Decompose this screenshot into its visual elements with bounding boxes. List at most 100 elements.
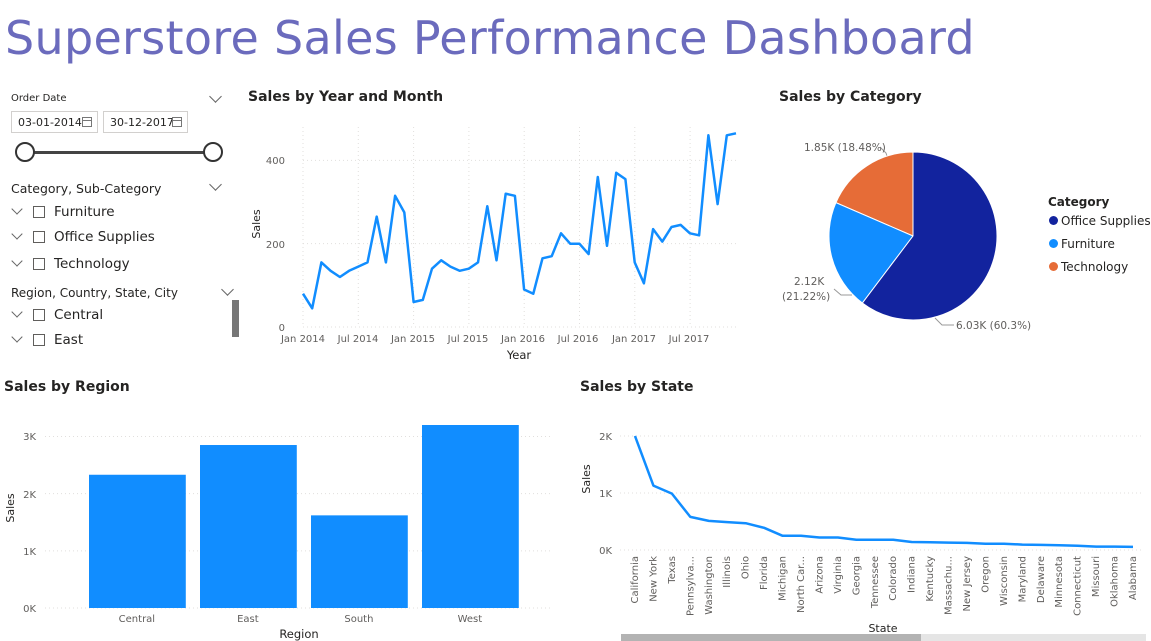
x-tick-label: Arizona: [814, 556, 825, 594]
sales-by-region-chart: Sales 0K 1K 2K 3K Region Central East Sout…: [4, 425, 553, 641]
checkbox[interactable]: [33, 334, 45, 346]
x-tick-label: East: [237, 614, 259, 625]
region-chart-title: Sales by Region: [4, 379, 130, 395]
expand-chevron-icon[interactable]: [11, 203, 23, 215]
region-item-label: East: [54, 332, 84, 348]
category-item-label: Technology: [54, 256, 130, 272]
legend-label: Furniture: [1061, 237, 1115, 251]
x-tick-label: Jul 2017: [668, 334, 710, 345]
region-chevron-down-icon[interactable]: [221, 283, 234, 296]
calendar-icon[interactable]: [82, 117, 92, 127]
y-tick-label: 200: [266, 240, 285, 251]
date-range-end-handle[interactable]: [203, 142, 223, 162]
order-date-slicer-label: Order Date: [11, 93, 67, 104]
pie-chart-title: Sales by Category: [779, 89, 922, 105]
x-tick-label: Kentucky: [925, 556, 936, 602]
state-chart-title: Sales by State: [580, 379, 694, 395]
x-tick-label: Washington: [704, 556, 715, 615]
expand-chevron-icon[interactable]: [11, 331, 23, 343]
region-item-label: Central: [54, 307, 104, 323]
x-tick-label: Pennsylva...: [685, 556, 696, 616]
x-tick-label: Oklahoma: [1110, 556, 1121, 607]
calendar-icon[interactable]: [172, 117, 182, 127]
y-axis-title: Sales: [250, 209, 263, 239]
sales-by-month-chart: Sales 0 200 400 Jan 2014 Jul 2014 Jan 20…: [250, 127, 737, 362]
bar-east: [200, 445, 297, 608]
legend-item[interactable]: Office Supplies: [1049, 214, 1151, 228]
sales-by-state-chart: Sales 0K 1K 2K State California New York T…: [580, 432, 1143, 635]
x-tick-label: Jul 2015: [447, 334, 489, 345]
x-tick-label: Jul 2014: [337, 334, 379, 345]
legend-item[interactable]: Furniture: [1049, 237, 1115, 251]
y-tick-label: 1K: [23, 547, 36, 558]
x-tick-label: Oregon: [980, 556, 991, 593]
x-axis-title: Year: [506, 348, 532, 362]
x-tick-label: California: [630, 556, 641, 604]
x-tick-label: New York: [648, 556, 659, 602]
category-chevron-down-icon[interactable]: [209, 178, 222, 191]
y-tick-label: 400: [266, 156, 285, 167]
expand-chevron-icon[interactable]: [11, 306, 23, 318]
checkbox[interactable]: [33, 309, 45, 321]
y-axis-title: Sales: [580, 464, 593, 494]
pie-leader-line: [934, 317, 954, 326]
legend-item[interactable]: Technology: [1049, 260, 1128, 274]
x-tick-label: Virginia: [833, 556, 844, 594]
x-tick-label: Jan 2014: [280, 334, 325, 345]
legend-swatch: [1049, 216, 1058, 225]
x-tick-label: North Car...: [796, 556, 807, 613]
bar-central: [89, 474, 186, 608]
y-tick-label: 2K: [599, 432, 612, 443]
x-tick-label: Illinois: [722, 556, 733, 588]
x-tick-label: Massachu...: [944, 556, 955, 615]
order-date-chevron-down-icon[interactable]: [209, 90, 222, 103]
pie-data-label: (21.22%): [782, 291, 830, 303]
checkbox[interactable]: [33, 258, 45, 270]
checkbox[interactable]: [33, 231, 45, 243]
y-axis-title: Sales: [4, 493, 17, 523]
x-tick-label: Florida: [759, 556, 770, 590]
region-slicer-label: Region, Country, State, City: [11, 286, 178, 300]
start-date-input[interactable]: 03-01-2014: [11, 111, 98, 133]
end-date-value: 30-12-2017: [110, 116, 174, 129]
slicer-scrollbar[interactable]: [232, 300, 239, 337]
x-tick-label: Colorado: [888, 556, 899, 601]
category-item-label: Furniture: [54, 204, 115, 220]
pie-legend-title: Category: [1048, 195, 1110, 209]
x-tick-label: Jan 2016: [500, 334, 545, 345]
x-tick-label: Central: [119, 614, 155, 625]
x-tick-label: Jan 2017: [611, 334, 656, 345]
date-range-slider-track[interactable]: [24, 151, 213, 154]
pie-data-label: 1.85K (18.48%): [804, 142, 886, 154]
category-slicer-label: Category, Sub-Category: [11, 181, 162, 196]
y-tick-label: 3K: [23, 432, 36, 443]
x-tick-label: Missouri: [1091, 556, 1102, 597]
date-range-start-handle[interactable]: [15, 142, 35, 162]
x-tick-label: Minnesota: [1054, 556, 1065, 608]
y-tick-label: 2K: [23, 490, 36, 501]
legend-swatch: [1049, 262, 1058, 271]
checkbox[interactable]: [33, 206, 45, 218]
x-tick-label: Jul 2016: [557, 334, 599, 345]
x-axis-title: Region: [279, 627, 318, 641]
expand-chevron-icon[interactable]: [11, 228, 23, 240]
x-tick-label: Wisconsin: [999, 556, 1010, 606]
x-tick-label: Connecticut: [1073, 556, 1084, 616]
expand-chevron-icon[interactable]: [11, 255, 23, 267]
x-tick-label: Indiana: [907, 556, 918, 593]
legend-label: Technology: [1061, 260, 1129, 274]
sales-series-line: [301, 132, 737, 310]
bar-south: [311, 515, 408, 608]
x-tick-label: Tennessee: [870, 556, 881, 609]
bar-west: [422, 425, 519, 608]
x-tick-label: West: [458, 614, 483, 625]
pie-data-label: 2.12K: [794, 276, 825, 288]
pie-data-label: 6.03K (60.3%): [956, 320, 1031, 332]
state-chart-scroll-thumb[interactable]: [621, 634, 921, 641]
y-tick-label: 0K: [599, 546, 612, 557]
x-tick-label: Texas: [667, 556, 678, 585]
x-tick-label: Alabama: [1128, 556, 1139, 600]
page-title: Superstore Sales Performance Dashboard: [5, 11, 975, 65]
x-tick-label: Ohio: [741, 556, 752, 579]
end-date-input[interactable]: 30-12-2017: [103, 111, 188, 133]
